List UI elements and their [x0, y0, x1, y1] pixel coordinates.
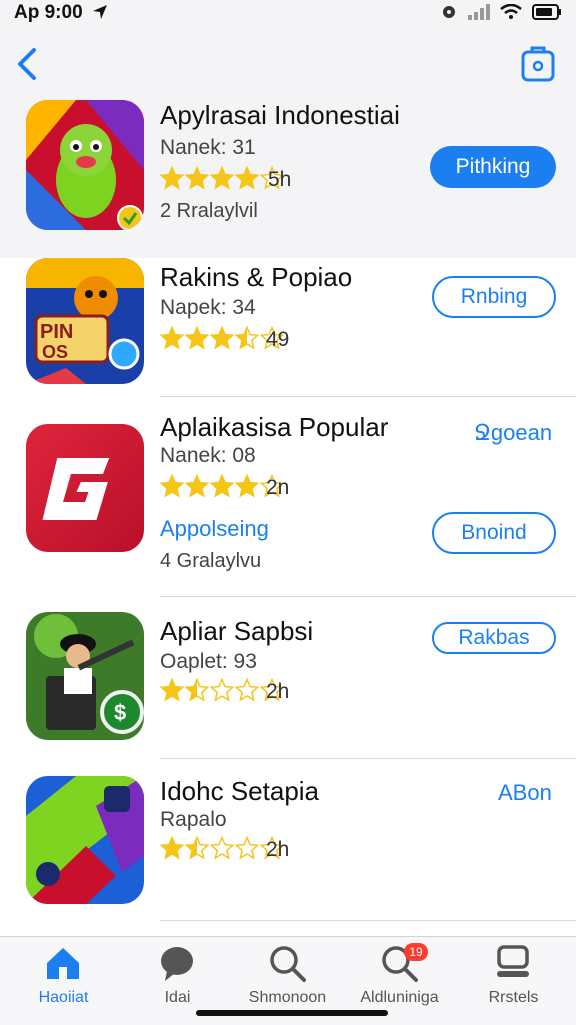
rating-count: 2n — [266, 476, 290, 499]
star-icon — [210, 474, 234, 498]
star-icon — [160, 166, 184, 190]
back-button[interactable] — [14, 46, 42, 87]
tab-label: Aldluniniga — [360, 989, 439, 1006]
rating-count: 49 — [266, 328, 290, 351]
star-icon — [185, 166, 209, 190]
app-subtitle: Napek: 34 — [160, 296, 256, 319]
star-icon — [160, 474, 184, 498]
share-button[interactable] — [520, 44, 556, 89]
app-link[interactable]: Appolseing — [160, 516, 269, 542]
location-icon — [92, 4, 108, 25]
star-icon — [210, 166, 234, 190]
app-icon-2[interactable]: PIN OS — [26, 258, 144, 384]
gear-icon — [443, 6, 455, 18]
rating-stars — [160, 166, 284, 190]
app-icon-4[interactable]: $ — [26, 612, 144, 740]
star-icon — [235, 166, 259, 190]
app-title[interactable]: Rakins & Popiao — [160, 262, 352, 293]
app-link[interactable]: Ջgoean — [474, 420, 552, 446]
star-icon — [235, 474, 259, 498]
tab-label: Haoiiat — [38, 989, 89, 1006]
app-title[interactable]: Apliar Sapbsi — [160, 616, 313, 647]
get-button[interactable]: Bnoind — [432, 512, 556, 554]
rating-count: 5h — [268, 168, 292, 191]
tab-label: Idai — [164, 989, 191, 1006]
tab-label: Shmonoon — [248, 989, 327, 1006]
divider — [160, 596, 576, 597]
app-subtitle: Nanek: 08 — [160, 444, 256, 467]
home-indicator — [196, 1010, 388, 1016]
rating-count: 2h — [266, 680, 290, 703]
star-icon — [160, 836, 184, 860]
star-icon — [210, 678, 234, 702]
get-button[interactable]: Rnbing — [432, 276, 556, 318]
app-extra: 2 Rralaylvil — [160, 200, 258, 222]
star-icon — [235, 836, 259, 860]
star-icon — [235, 678, 259, 702]
star-icon — [185, 678, 209, 702]
star-icon — [235, 326, 259, 350]
chat-icon — [161, 947, 193, 981]
status-icons — [440, 3, 562, 21]
star-icon — [160, 326, 184, 350]
tab-label: Rrstels — [488, 989, 539, 1006]
app-title[interactable]: Idohc Setapia — [160, 776, 319, 807]
profile-icon — [497, 945, 529, 977]
battery-icon — [532, 4, 561, 20]
divider — [160, 758, 576, 759]
search-icon — [270, 946, 306, 982]
svg-text:$: $ — [114, 700, 126, 725]
app-subtitle: Rapalo — [160, 808, 227, 831]
wifi-icon — [500, 4, 522, 19]
notification-badge: 19 — [404, 943, 428, 961]
app-title[interactable]: Aplaikasisa Popular — [160, 412, 388, 443]
app-link[interactable]: ABon — [498, 780, 552, 806]
tab-home[interactable]: Haoiiat — [6, 937, 121, 1025]
app-subtitle: Nanek: 31 — [160, 136, 256, 159]
get-button[interactable]: Pithking — [430, 146, 556, 188]
home-icon — [47, 948, 79, 979]
app-extra: 4 Gralaylvu — [160, 550, 262, 572]
star-icon — [185, 836, 209, 860]
divider — [160, 396, 576, 397]
app-icon-3[interactable] — [26, 424, 144, 552]
svg-text:PIN: PIN — [40, 321, 73, 343]
tab-profile[interactable]: Rrstels — [456, 937, 571, 1025]
star-icon — [185, 474, 209, 498]
rating-count: 2h — [266, 838, 290, 861]
chevron-left-icon — [18, 48, 36, 80]
star-icon — [210, 836, 234, 860]
status-bar: Ap 9:00 — [0, 0, 576, 26]
app-subtitle: Oaplet: 93 — [160, 650, 257, 673]
status-time: Ap 9:00 — [14, 2, 83, 23]
get-button[interactable]: Rakbas — [432, 622, 556, 654]
star-icon — [160, 678, 184, 702]
svg-text:OS: OS — [42, 342, 68, 362]
signal-icon — [468, 4, 490, 20]
star-icon — [210, 326, 234, 350]
app-title[interactable]: Apylrasai Indonestiai — [160, 100, 400, 131]
star-icon — [185, 326, 209, 350]
divider — [160, 920, 576, 921]
app-icon-5[interactable] — [26, 776, 144, 904]
share-icon — [521, 46, 555, 82]
app-icon-1[interactable] — [26, 100, 144, 230]
